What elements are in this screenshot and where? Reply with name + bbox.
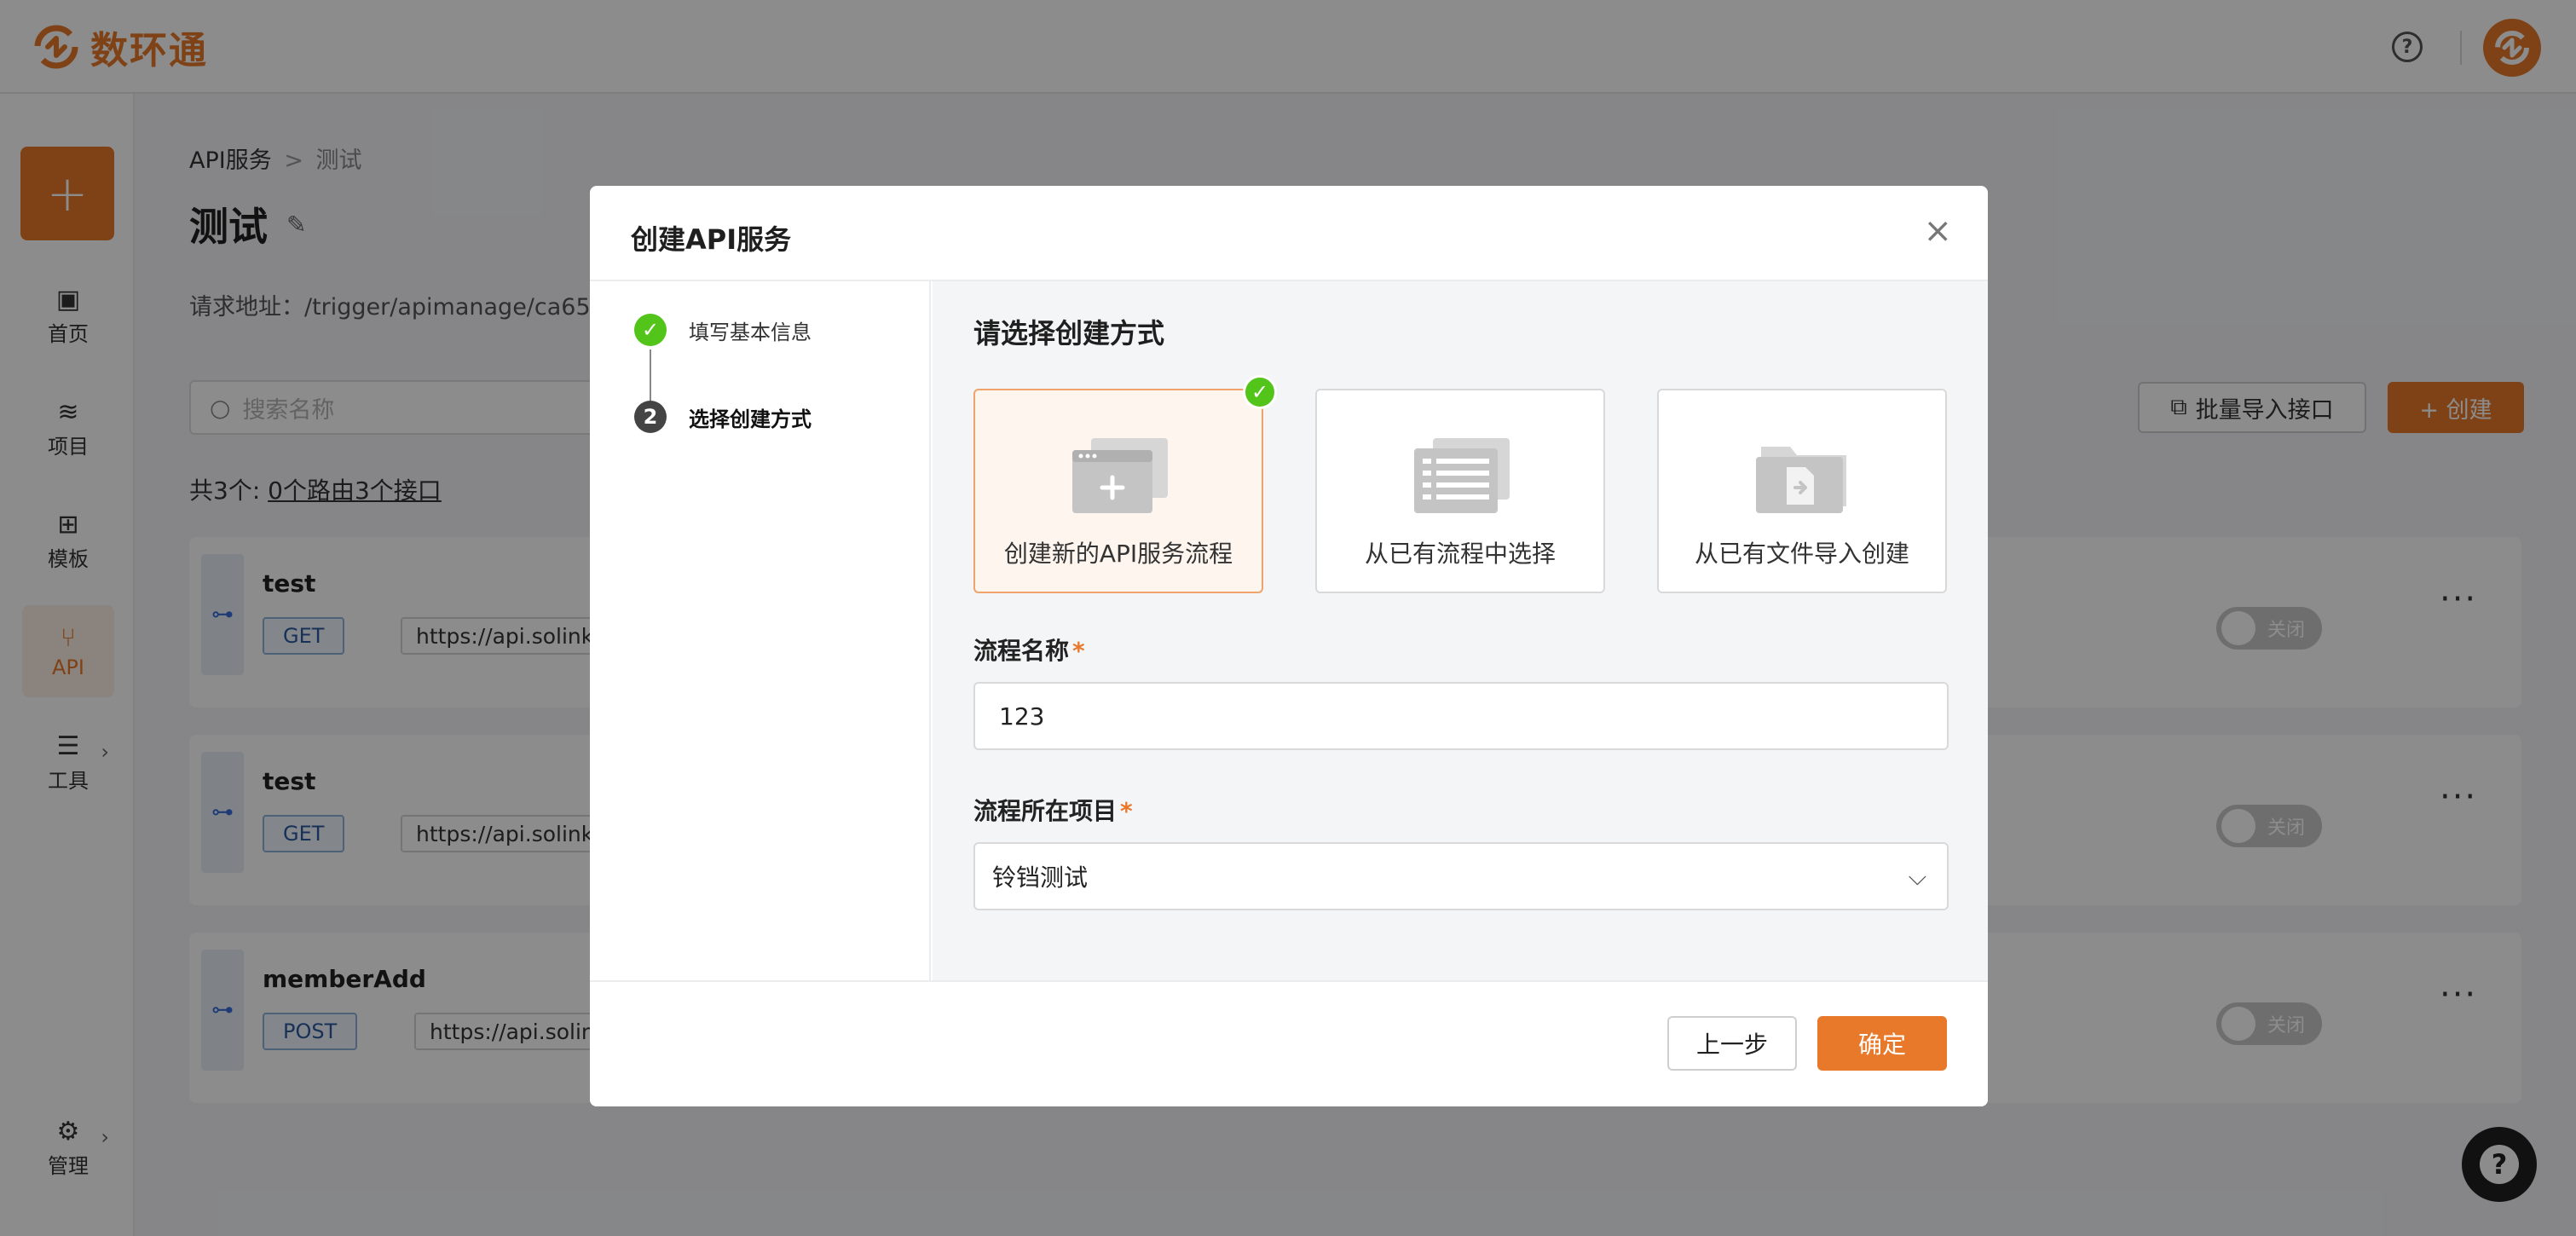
previous-step-button[interactable]: 上一步: [1667, 1016, 1797, 1071]
list-document-icon: [1414, 438, 1510, 513]
step-label: 选择创建方式: [689, 407, 811, 431]
new-window-icon: [1072, 438, 1168, 513]
required-mark: *: [1072, 637, 1085, 665]
step-create-method[interactable]: 2 选择创建方式: [634, 401, 811, 433]
step-number: 2: [634, 401, 667, 433]
option-label: 从已有流程中选择: [1364, 540, 1556, 568]
modal-header: 创建API服务 ×: [590, 186, 1988, 281]
modal-footer: 上一步 确定: [590, 980, 1988, 1106]
section-title: 请选择创建方式: [973, 317, 1165, 349]
option-label: 从已有文件导入创建: [1694, 540, 1909, 568]
option-label: 创建新的API服务流程: [1003, 540, 1233, 568]
required-mark: *: [1120, 797, 1133, 825]
flow-name-input[interactable]: [973, 682, 1949, 750]
create-api-modal: 创建API服务 × ✓ 填写基本信息 2 选择创建方式 请选择创建方式 创建新的…: [590, 186, 1988, 1106]
step-label: 填写基本信息: [689, 320, 811, 344]
create-method-panel: 请选择创建方式 创建新的API服务流程 ✓ 从已有流程中选择 从已有文件导入创建…: [933, 281, 1988, 980]
folder-import-icon: [1756, 447, 1846, 513]
option-import-from-file[interactable]: 从已有文件导入创建: [1657, 389, 1947, 593]
steps-panel: ✓ 填写基本信息 2 选择创建方式: [590, 281, 931, 980]
check-icon: ✓: [634, 314, 667, 346]
chevron-down-icon: ⌵: [1908, 863, 1926, 891]
close-icon[interactable]: ×: [1923, 211, 1952, 251]
selected-check-icon: ✓: [1243, 375, 1277, 409]
flow-project-label: 流程所在项目 *: [973, 793, 1133, 827]
flow-project-select[interactable]: 铃铛测试 ⌵: [973, 842, 1949, 910]
flow-project-value: 铃铛测试: [992, 863, 1089, 892]
flow-project-label-text: 流程所在项目: [973, 797, 1118, 825]
option-select-existing-flow[interactable]: 从已有流程中选择: [1315, 389, 1605, 593]
modal-title: 创建API服务: [631, 223, 792, 256]
step-basic-info[interactable]: ✓ 填写基本信息: [634, 314, 811, 346]
confirm-button[interactable]: 确定: [1817, 1016, 1947, 1071]
flow-name-label: 流程名称 *: [973, 632, 1085, 667]
step-connector: [650, 349, 651, 402]
option-create-new-flow[interactable]: 创建新的API服务流程 ✓: [973, 375, 1277, 593]
flow-name-label-text: 流程名称: [973, 637, 1070, 665]
